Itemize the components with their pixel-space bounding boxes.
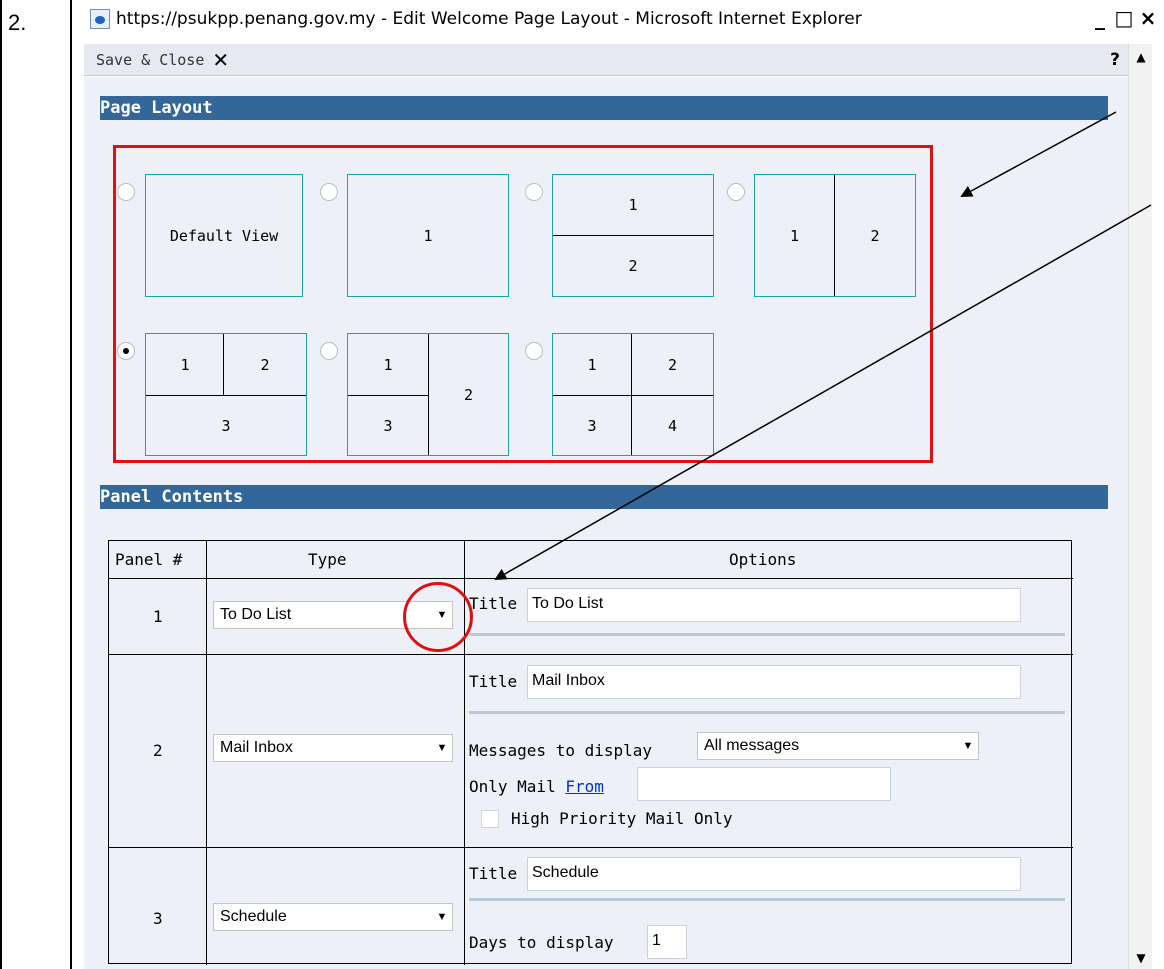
annotation-arrow [960,111,1117,197]
annotation-arrows [494,111,1152,580]
annotation-arrow [494,204,1152,580]
